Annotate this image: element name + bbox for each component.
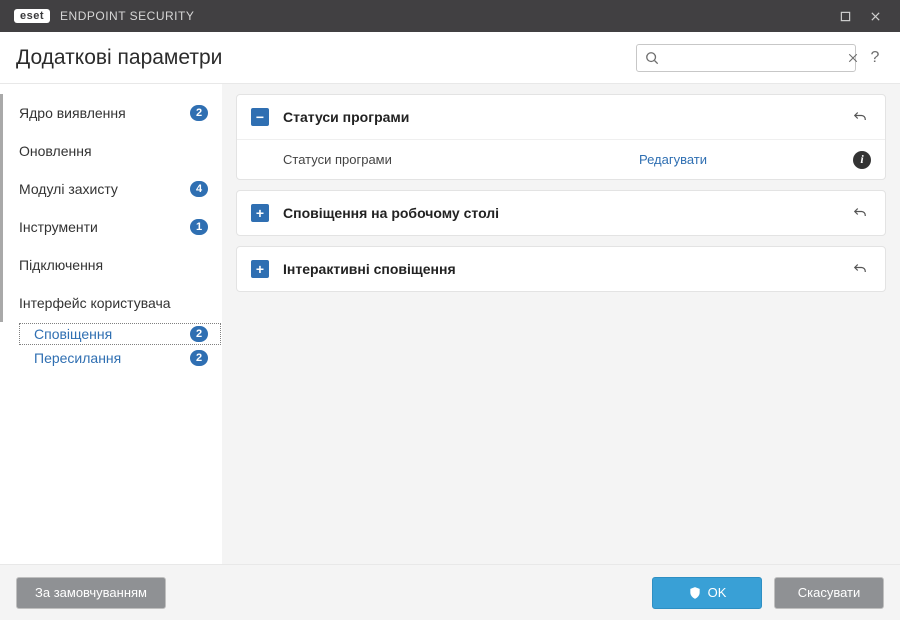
sidebar-item-label: Інструменти (19, 219, 182, 235)
sidebar-item-label: Пересилання (34, 350, 182, 366)
panel-interactive-alerts: + Інтерактивні сповіщення (236, 246, 886, 292)
panel-row: Статуси програми Редагувати i (237, 139, 885, 179)
sidebar-badge: 1 (190, 219, 208, 235)
header: Додаткові параметри ? (0, 32, 900, 84)
brand: eset ENDPOINT SECURITY (14, 9, 194, 23)
sidebar-item-label: Підключення (19, 257, 208, 273)
maximize-icon (840, 11, 851, 22)
sidebar-item-detection-engine[interactable]: Ядро виявлення 2 (0, 94, 222, 132)
row-action-edit[interactable]: Редагувати (639, 152, 839, 167)
footer: За замовчуванням OK Скасувати (0, 564, 900, 620)
ok-button[interactable]: OK (652, 577, 762, 609)
button-label: OK (708, 585, 727, 600)
sidebar-badge: 4 (190, 181, 208, 197)
help-button[interactable]: ? (866, 49, 884, 67)
sidebar-item-update[interactable]: Оновлення (0, 132, 222, 170)
sidebar-sub-forwarding[interactable]: Пересилання 2 (18, 346, 222, 370)
panel-desktop-notifications: + Сповіщення на робочому столі (236, 190, 886, 236)
sidebar-item-label: Сповіщення (34, 326, 182, 342)
sidebar-item-user-interface[interactable]: Інтерфейс користувача (0, 284, 222, 322)
panel-header[interactable]: + Інтерактивні сповіщення (237, 247, 885, 291)
sidebar-badge: 2 (190, 326, 208, 342)
cancel-button[interactable]: Скасувати (774, 577, 884, 609)
sidebar-badge: 2 (190, 350, 208, 366)
panel-title: Інтерактивні сповіщення (283, 261, 835, 277)
sidebar-sub-notifications[interactable]: Сповіщення 2 (18, 322, 222, 346)
row-label: Статуси програми (283, 152, 625, 167)
main: − Статуси програми Статуси програми Реда… (222, 84, 900, 564)
expand-icon: + (251, 204, 269, 222)
undo-button[interactable] (849, 202, 871, 224)
panel-title: Статуси програми (283, 109, 835, 125)
collapse-icon: − (251, 108, 269, 126)
expand-icon: + (251, 260, 269, 278)
undo-button[interactable] (849, 106, 871, 128)
sidebar-item-protection-modules[interactable]: Модулі захисту 4 (0, 170, 222, 208)
close-icon (870, 11, 881, 22)
button-label: Скасувати (798, 585, 861, 600)
shield-icon (688, 586, 702, 600)
maximize-button[interactable] (830, 6, 860, 26)
default-button[interactable]: За замовчуванням (16, 577, 166, 609)
sidebar-item-label: Інтерфейс користувача (19, 295, 208, 311)
search-input[interactable] (665, 50, 841, 65)
sidebar-item-label: Ядро виявлення (19, 105, 182, 121)
sidebar-subgroup: Сповіщення 2 Пересилання 2 (0, 322, 222, 370)
panel-header[interactable]: + Сповіщення на робочому столі (237, 191, 885, 235)
sidebar-item-connection[interactable]: Підключення (0, 246, 222, 284)
close-button[interactable] (860, 6, 890, 26)
page-title: Додаткові параметри (16, 46, 222, 70)
panel-app-statuses: − Статуси програми Статуси програми Реда… (236, 94, 886, 180)
info-icon[interactable]: i (853, 151, 871, 169)
titlebar: eset ENDPOINT SECURITY (0, 0, 900, 32)
body: Ядро виявлення 2 Оновлення Модулі захист… (0, 84, 900, 564)
brand-name: ENDPOINT SECURITY (60, 9, 194, 23)
sidebar-item-label: Модулі захисту (19, 181, 182, 197)
sidebar-badge: 2 (190, 105, 208, 121)
button-label: За замовчуванням (35, 585, 147, 600)
undo-icon (851, 108, 869, 126)
panel-title: Сповіщення на робочому столі (283, 205, 835, 221)
search-box[interactable] (636, 44, 856, 72)
sidebar: Ядро виявлення 2 Оновлення Модулі захист… (0, 84, 222, 564)
undo-icon (851, 260, 869, 278)
undo-button[interactable] (849, 258, 871, 280)
undo-icon (851, 204, 869, 222)
search-icon (645, 51, 659, 65)
clear-icon[interactable] (847, 51, 859, 65)
panel-header[interactable]: − Статуси програми (237, 95, 885, 139)
brand-badge: eset (14, 9, 50, 23)
sidebar-item-tools[interactable]: Інструменти 1 (0, 208, 222, 246)
sidebar-item-label: Оновлення (19, 143, 208, 159)
